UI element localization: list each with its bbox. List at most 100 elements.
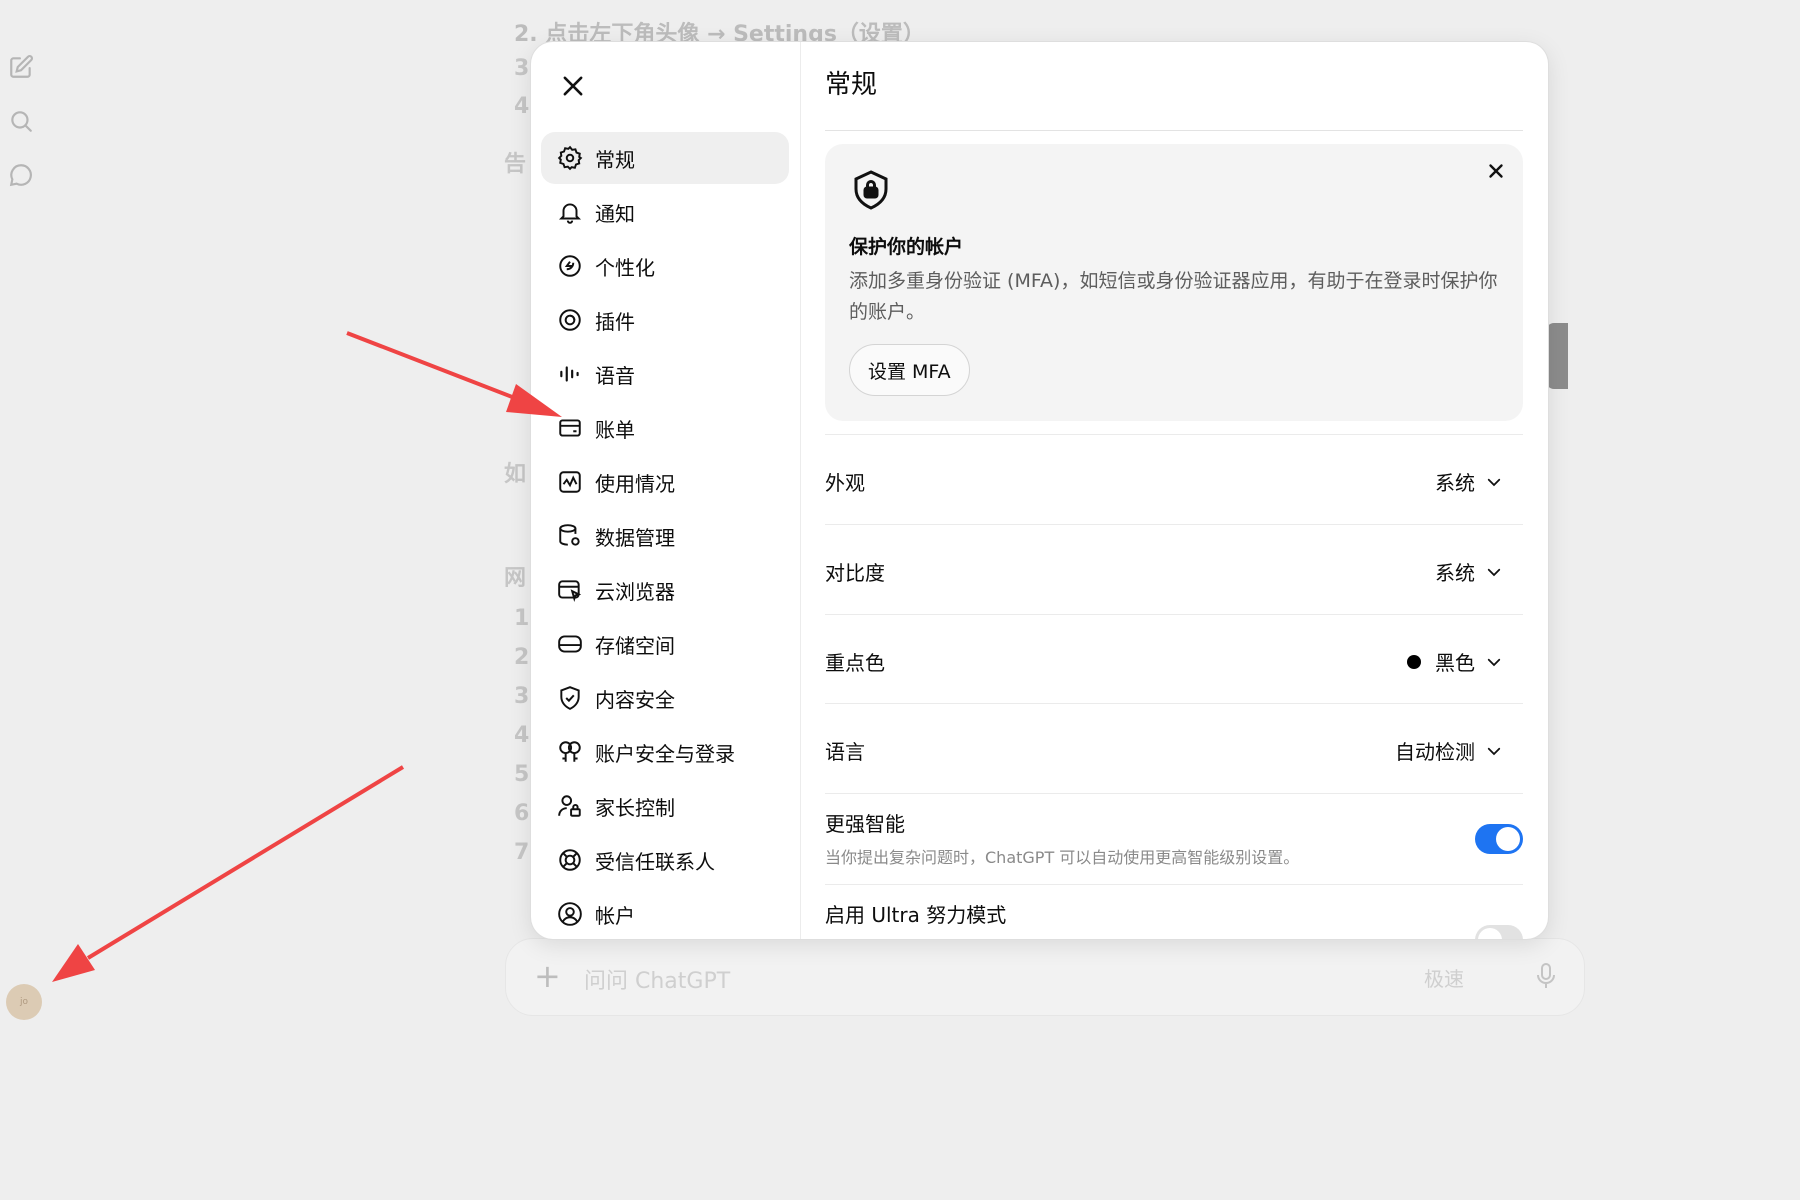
appearance-row: 外观 系统 (825, 434, 1523, 524)
background-fragment: 1 (514, 606, 530, 631)
nav-item-content-safety[interactable]: 内容安全 (541, 672, 789, 724)
nav-item-personalization[interactable]: 个性化 (541, 240, 789, 292)
storage-drive-icon (558, 635, 582, 653)
model-speed-selector[interactable]: 极速 (1424, 963, 1464, 992)
close-icon[interactable] (559, 72, 587, 100)
shield-check-icon (560, 686, 580, 710)
nav-label: 个性化 (595, 255, 655, 280)
user-avatar[interactable]: jo (6, 984, 42, 1020)
voice-waveform-icon (560, 366, 579, 382)
nav-item-notifications[interactable]: 通知 (541, 186, 789, 238)
accent-color-row: 重点色 黑色 (825, 614, 1523, 703)
mfa-title: 保护你的帐户 (849, 236, 964, 258)
gear-icon (557, 145, 583, 171)
bell-icon (558, 203, 582, 224)
settings-content: 常规 保护你的帐户 添加多重身份验证 (MFA)，如短信或身份验证器应用，有助于… (801, 42, 1548, 939)
language-label: 语言 (825, 740, 865, 764)
nav-item-usage[interactable]: 使用情况 (541, 456, 789, 508)
setup-mfa-button[interactable]: 设置 MFA (849, 344, 970, 396)
stronger-intelligence-description: 当你提出复杂问题时，ChatGPT 可以自动使用更高智能级别设置。 (825, 848, 1300, 867)
nav-label: 插件 (595, 309, 635, 334)
nav-label: 账户安全与登录 (595, 741, 735, 766)
nav-label: 存储空间 (595, 633, 675, 658)
nav-label: 帐户 (595, 903, 635, 928)
chevron-down-icon (1487, 568, 1501, 576)
stronger-intelligence-toggle[interactable] (1475, 824, 1523, 854)
search-icon[interactable] (8, 108, 34, 134)
arrow-to-avatar (52, 765, 405, 982)
background-fragment: 5 (514, 762, 530, 787)
contrast-label: 对比度 (825, 561, 885, 585)
nav-label: 受信任联系人 (595, 849, 715, 874)
background-fragment: 2 (514, 645, 530, 670)
nav-item-trusted-contacts[interactable]: 受信任联系人 (541, 834, 789, 886)
ultra-mode-label: 启用 Ultra 努力模式 (825, 903, 1007, 927)
background-fragment: 3 (514, 56, 530, 81)
usage-chart-icon (559, 471, 581, 493)
nav-item-parental-controls[interactable]: 家长控制 (541, 780, 789, 832)
contrast-dropdown[interactable]: 系统 (1435, 557, 1503, 586)
nav-label: 常规 (595, 147, 635, 172)
nav-item-storage[interactable]: 存储空间 (541, 618, 789, 670)
background-fragment: 7 (514, 840, 530, 865)
nav-label: 云浏览器 (595, 579, 675, 604)
billing-card-icon (559, 419, 581, 437)
cloud-browser-icon (558, 580, 582, 602)
shield-lock-icon (854, 170, 888, 210)
chat-composer[interactable]: + 问问 ChatGPT 极速 (505, 938, 1585, 1016)
settings-nav: 常规 通知 个性化 插件 语音 账单 使用情况 数据管理 云浏览器 存储空间 内… (531, 42, 801, 939)
appearance-value: 系统 (1435, 471, 1475, 495)
nav-label: 使用情况 (595, 471, 675, 496)
appearance-label: 外观 (825, 471, 865, 495)
contrast-row: 对比度 系统 (825, 524, 1523, 614)
nav-item-cloud-browser[interactable]: 云浏览器 (541, 564, 789, 616)
chevron-down-icon (1487, 658, 1501, 666)
nav-label: 内容安全 (595, 687, 675, 712)
background-fragment: 4 (514, 94, 530, 119)
nav-label: 账单 (595, 417, 635, 442)
trusted-contact-icon (559, 849, 581, 871)
mfa-description: 添加多重身份验证 (MFA)，如短信或身份验证器应用，有助于在登录时保护你的账户… (849, 270, 1498, 323)
stronger-intelligence-label: 更强智能 (825, 812, 905, 836)
mfa-promo-card: 保护你的帐户 添加多重身份验证 (MFA)，如短信或身份验证器应用，有助于在登录… (825, 144, 1523, 421)
nav-item-billing[interactable]: 账单 (541, 402, 789, 454)
background-fragment: 6 (514, 801, 530, 826)
nav-item-voice[interactable]: 语音 (541, 348, 789, 400)
settings-dialog: 常规 通知 个性化 插件 语音 账单 使用情况 数据管理 云浏览器 存储空间 内… (531, 42, 1548, 939)
background-fragment: 网 (504, 566, 527, 591)
language-value: 自动检测 (1395, 740, 1475, 764)
page-title: 常规 (825, 70, 878, 100)
nav-label: 家长控制 (595, 795, 675, 820)
ultra-mode-row: 启用 Ultra 努力模式 (825, 884, 1523, 939)
nav-item-general[interactable]: 常规 (541, 132, 789, 184)
divider (825, 130, 1523, 131)
nav-item-security-login[interactable]: 账户安全与登录 (541, 726, 789, 778)
appearance-dropdown[interactable]: 系统 (1435, 467, 1503, 496)
personalization-icon (559, 255, 581, 277)
chat-bubble-icon[interactable] (8, 162, 34, 188)
database-gear-icon (559, 524, 580, 546)
stronger-intelligence-row: 更强智能 当你提出复杂问题时，ChatGPT 可以自动使用更高智能级别设置。 (825, 793, 1523, 884)
accent-color-value: 黑色 (1435, 651, 1475, 675)
account-icon (558, 902, 582, 926)
nav-item-account[interactable]: 帐户 (541, 888, 789, 939)
composer-placeholder: 问问 ChatGPT (584, 969, 731, 994)
microphone-icon[interactable] (1536, 963, 1556, 989)
chevron-down-icon (1487, 478, 1501, 486)
ultra-mode-toggle[interactable] (1475, 925, 1523, 939)
add-attachment-icon[interactable]: + (534, 957, 561, 995)
plugin-icon (559, 309, 581, 331)
nav-item-plugins[interactable]: 插件 (541, 294, 789, 346)
language-dropdown[interactable]: 自动检测 (1395, 736, 1503, 765)
accent-color-dropdown[interactable]: 黑色 (1407, 647, 1503, 676)
close-icon[interactable] (1485, 160, 1507, 182)
nav-item-data-controls[interactable]: 数据管理 (541, 510, 789, 562)
background-fragment: 3 (514, 684, 530, 709)
new-chat-icon[interactable] (8, 54, 34, 80)
security-login-icon (559, 741, 581, 762)
background-fragment: 告 (504, 152, 527, 177)
nav-label: 数据管理 (595, 525, 675, 550)
contrast-value: 系统 (1435, 561, 1475, 585)
background-sidebar: jo (0, 0, 44, 1045)
background-fragment: 4 (514, 723, 530, 748)
